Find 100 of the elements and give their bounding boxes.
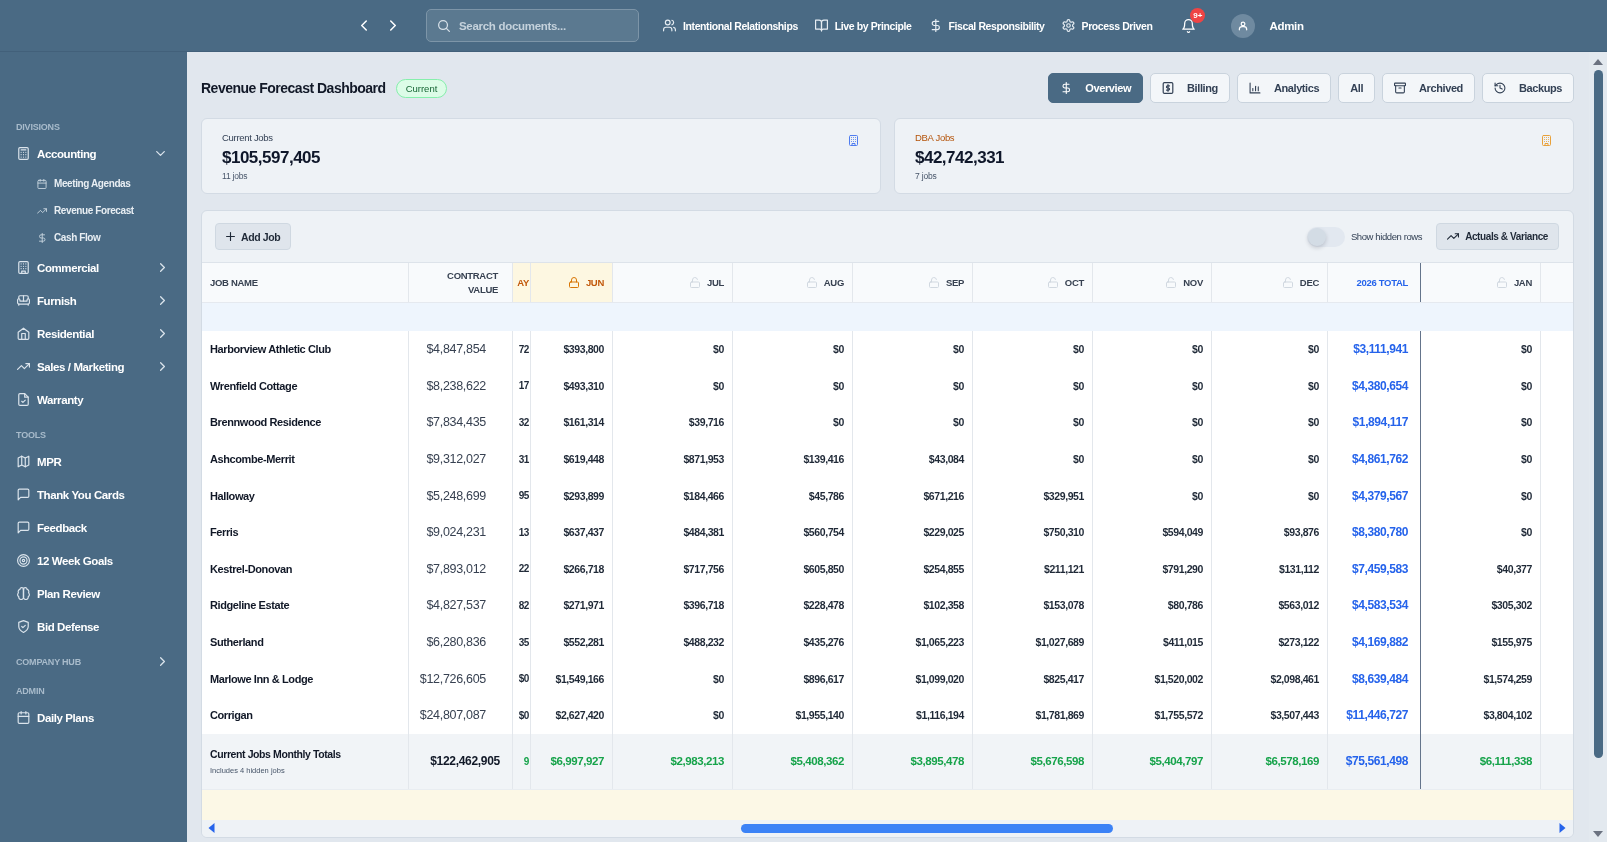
scrollbar-thumb[interactable] bbox=[740, 823, 1113, 833]
table-cell: $563,012 bbox=[1212, 587, 1328, 624]
building-icon bbox=[17, 261, 30, 274]
triangle-up-icon[interactable] bbox=[1593, 59, 1603, 65]
sidebar-item[interactable]: Furnish bbox=[0, 284, 187, 317]
table-cell: $0 bbox=[733, 331, 853, 368]
card-count: 7 jobs bbox=[915, 171, 937, 181]
scrollbar-thumb[interactable] bbox=[1593, 70, 1603, 758]
sidebar-item[interactable]: 12 Week Goals bbox=[0, 544, 187, 577]
table-cell: $266,718 bbox=[531, 550, 613, 588]
sidebar-item[interactable]: Bid Defense bbox=[0, 610, 187, 643]
view-tab[interactable]: Backups bbox=[1481, 73, 1574, 103]
table-cell: $0 bbox=[613, 331, 733, 368]
table-cell: $3,895,478 bbox=[853, 733, 973, 789]
contract-value: $12,726,605 bbox=[409, 660, 513, 697]
sidebar-item[interactable]: Commercial bbox=[0, 251, 187, 284]
triangle-left-icon[interactable] bbox=[208, 823, 215, 834]
table-cell: $5,408,362 bbox=[733, 733, 853, 789]
table-cell: $1,755,572 bbox=[1093, 696, 1212, 734]
document-check-icon bbox=[17, 393, 30, 406]
contract-value: $5,248,699 bbox=[409, 477, 513, 514]
totals-label: Current Jobs Monthly Totals bbox=[210, 747, 341, 760]
table-cell: $1,065,223 bbox=[853, 623, 973, 661]
search-field[interactable]: Search documents... bbox=[426, 9, 639, 42]
sidebar-subitem[interactable]: Cash Flow bbox=[0, 224, 187, 251]
job-name[interactable]: Halloway bbox=[202, 477, 409, 514]
avatar-icon[interactable] bbox=[1231, 13, 1256, 38]
calendar-icon bbox=[37, 178, 47, 189]
view-tab[interactable]: Billing bbox=[1150, 73, 1230, 103]
table-cell: $0 bbox=[513, 696, 531, 734]
table-cell: $0 bbox=[973, 404, 1093, 441]
column-header: OCT bbox=[1064, 277, 1084, 288]
gear-icon bbox=[1061, 19, 1075, 32]
sidebar-item[interactable]: MPR bbox=[0, 445, 187, 478]
actuals-variance-button[interactable]: Actuals & Variance bbox=[1436, 223, 1559, 250]
card-count: 11 jobs bbox=[222, 171, 248, 181]
sidebar-subitem[interactable]: Meeting Agendas bbox=[0, 170, 187, 197]
job-name[interactable]: Marlowe Inn & Lodge bbox=[202, 660, 409, 697]
triangle-down-icon[interactable] bbox=[1593, 831, 1603, 837]
sidebar-item[interactable]: Warranty bbox=[0, 383, 187, 416]
section-toggle[interactable]: COMPANY HUB bbox=[0, 651, 187, 672]
job-name[interactable]: Wrenfield Cottage bbox=[202, 367, 409, 405]
nav-link[interactable]: Process Driven bbox=[1061, 19, 1153, 32]
chevron-right-icon bbox=[390, 20, 396, 31]
column-header: JOB NAME bbox=[210, 277, 258, 288]
view-tab[interactable]: Archived bbox=[1382, 73, 1475, 103]
section-title: ADMIN bbox=[16, 685, 45, 696]
job-name[interactable]: Ridgeline Estate bbox=[202, 587, 409, 624]
nav-link[interactable]: Intentional Relationships bbox=[663, 19, 798, 32]
table-cell: $1,955,140 bbox=[733, 696, 853, 734]
sidebar-item[interactable]: Thank You Cards bbox=[0, 478, 187, 511]
bell-icon[interactable] bbox=[1182, 18, 1196, 33]
sidebar-item[interactable]: Daily Plans bbox=[0, 701, 187, 734]
search-icon bbox=[438, 20, 450, 32]
job-name[interactable]: Harborview Athletic Club bbox=[202, 331, 409, 368]
notification-count: 9+ bbox=[1190, 7, 1206, 23]
table-cell: $43,084 bbox=[853, 440, 973, 478]
view-tab[interactable]: Analytics bbox=[1236, 73, 1332, 103]
sidebar-item[interactable]: Plan Review bbox=[0, 577, 187, 610]
table-cell: $0 bbox=[1093, 331, 1212, 368]
users-icon bbox=[663, 19, 676, 32]
table-cell: $211,121 bbox=[973, 550, 1093, 588]
view-tab[interactable]: All bbox=[1338, 73, 1376, 103]
sidebar-subitem[interactable]: Revenue Forecast bbox=[0, 197, 187, 224]
table-cell: $0 bbox=[853, 367, 973, 405]
nav-link[interactable]: Live by Principle bbox=[814, 19, 912, 32]
table-cell: 82 bbox=[513, 587, 531, 624]
table-cell: $3,507,443 bbox=[1212, 696, 1328, 734]
job-name[interactable]: Kestrel-Donovan bbox=[202, 550, 409, 588]
job-name[interactable]: Sutherland bbox=[202, 623, 409, 661]
table-cell: $0 bbox=[513, 660, 531, 697]
job-name[interactable]: Ashcombe-Merrit bbox=[202, 440, 409, 478]
table-cell: $254,855 bbox=[853, 550, 973, 588]
chevron-left-icon bbox=[361, 20, 367, 31]
sidebar-item[interactable]: Sales / Marketing bbox=[0, 350, 187, 383]
table-cell: $0 bbox=[853, 404, 973, 441]
toggle-switch[interactable] bbox=[1306, 226, 1345, 247]
job-name[interactable]: Corrigan bbox=[202, 696, 409, 734]
dollar-icon bbox=[1060, 82, 1073, 94]
table-cell: $552,281 bbox=[531, 623, 613, 661]
table-cell: $717,756 bbox=[613, 550, 733, 588]
add-job-button[interactable]: Add Job bbox=[215, 223, 292, 250]
table-cell: $0 bbox=[733, 367, 853, 405]
table-cell: $671,216 bbox=[853, 477, 973, 514]
view-tab[interactable]: Overview bbox=[1048, 73, 1144, 103]
sidebar-item[interactable]: Accounting bbox=[0, 137, 187, 170]
toggle-label: Show hidden rows bbox=[1350, 231, 1423, 242]
triangle-right-icon[interactable] bbox=[1559, 823, 1566, 834]
table-cell: $45,786 bbox=[733, 477, 853, 514]
table-cell: $0 bbox=[1212, 440, 1328, 478]
table-cell: $0 bbox=[1093, 404, 1212, 441]
sidebar-item[interactable]: Feedback bbox=[0, 511, 187, 544]
job-name[interactable]: Ferris bbox=[202, 513, 409, 551]
table-cell: $271,971 bbox=[531, 587, 613, 624]
table-cell: $4,379,567 bbox=[1328, 477, 1421, 514]
sidebar-item[interactable]: Residential bbox=[0, 317, 187, 350]
table-cell: $484,381 bbox=[613, 513, 733, 551]
job-name[interactable]: Brennwood Residence bbox=[202, 404, 409, 441]
table-cell: $102,358 bbox=[853, 587, 973, 624]
nav-link[interactable]: Fiscal Responsibility bbox=[928, 19, 1045, 32]
